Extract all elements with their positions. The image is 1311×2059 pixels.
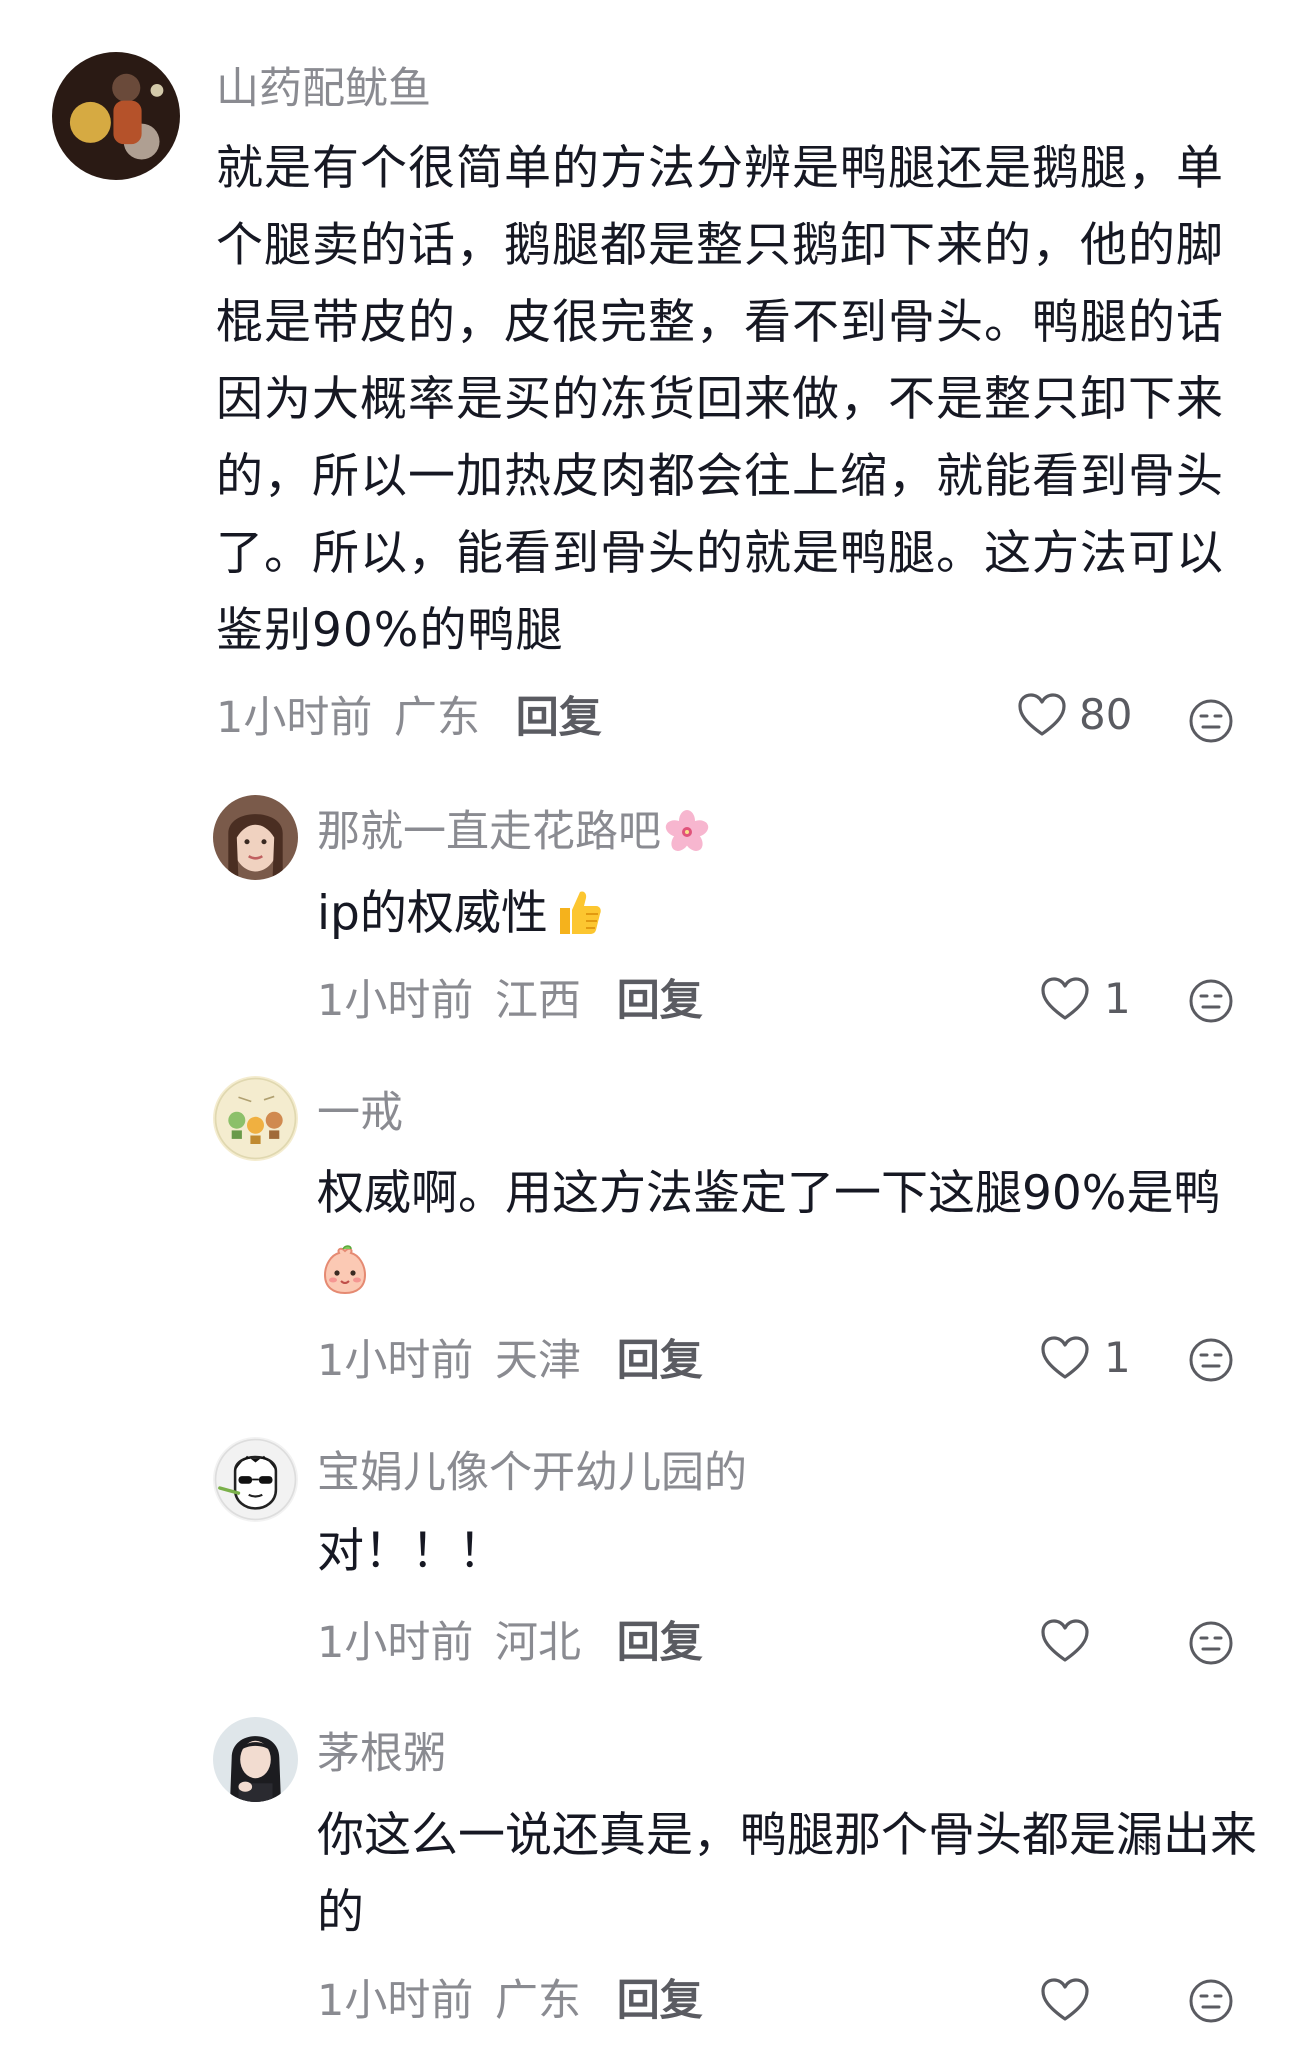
opinion-button[interactable] xyxy=(1188,978,1234,1024)
username[interactable]: 那就一直走花路吧 xyxy=(317,809,709,854)
heart-outline-icon xyxy=(1041,977,1089,1020)
avatar[interactable] xyxy=(213,1717,298,1802)
comment-meta: 1小时前 江西 回复 xyxy=(317,980,703,1023)
username[interactable]: 一戒 xyxy=(317,1092,403,1135)
like-button[interactable]: 80 xyxy=(1017,692,1132,738)
reply-button[interactable]: 回复 xyxy=(617,1976,703,2026)
opinion-button[interactable] xyxy=(1188,698,1234,744)
thumbs-up-emoji xyxy=(559,890,601,934)
avatar[interactable] xyxy=(213,1076,298,1161)
meh-face-icon xyxy=(1189,1621,1233,1665)
comment-text: ip的权威性 xyxy=(317,875,1262,952)
comment-meta: 1小时前 河北 回复 xyxy=(317,1622,703,1665)
comment-meta: 1小时前 天津 回复 xyxy=(317,1340,703,1383)
like-button[interactable] xyxy=(1040,1977,1090,2023)
comment-text: 权威啊。用这方法鉴定了一下这腿90%是鸭 xyxy=(317,1155,1262,1309)
location: 江西 xyxy=(495,976,582,1026)
like-count: 1 xyxy=(1104,974,1131,1023)
comment-text: 就是有个很简单的方法分辨是鸭腿还是鹅腿，单个腿卖的话，鹅腿都是整只鹅卸下来的，他… xyxy=(216,141,1224,658)
meh-face-icon xyxy=(1189,979,1233,1023)
reply-button[interactable]: 回复 xyxy=(617,1336,703,1386)
like-button[interactable] xyxy=(1040,1618,1090,1664)
timestamp: 1小时前 xyxy=(317,976,474,1026)
comment-text: 对！！！ xyxy=(317,1524,505,1579)
meh-face-icon xyxy=(1189,1338,1233,1382)
like-count: 1 xyxy=(1104,1333,1131,1382)
heart-outline-icon xyxy=(1018,693,1066,736)
location: 广东 xyxy=(394,693,481,743)
meh-face-icon xyxy=(1189,699,1233,743)
heart-outline-icon xyxy=(1041,1978,1089,2021)
location: 河北 xyxy=(495,1618,582,1668)
like-button[interactable]: 1 xyxy=(1040,976,1131,1022)
like-button[interactable]: 1 xyxy=(1040,1335,1131,1381)
timestamp: 1小时前 xyxy=(317,1336,474,1386)
reply-button[interactable]: 回复 xyxy=(617,976,703,1026)
timestamp: 1小时前 xyxy=(317,1976,474,2026)
blush-face-emoji xyxy=(323,1244,367,1294)
comment-text: 你这么一说还真是，鸭腿那个骨头都是漏出来的 xyxy=(317,1808,1257,1940)
reply-button[interactable]: 回复 xyxy=(617,1618,703,1668)
avatar[interactable] xyxy=(213,1437,298,1522)
comment-meta: 1小时前 广东 回复 xyxy=(317,1980,703,2023)
timestamp: 1小时前 xyxy=(317,1618,474,1668)
username[interactable]: 宝娟儿像个开幼儿园的 xyxy=(317,1452,747,1495)
opinion-button[interactable] xyxy=(1188,1620,1234,1666)
opinion-button[interactable] xyxy=(1188,1337,1234,1383)
reply-button[interactable]: 回复 xyxy=(516,693,602,743)
username[interactable]: 山药配鱿鱼 xyxy=(216,68,431,111)
heart-outline-icon xyxy=(1041,1619,1089,1662)
like-count: 80 xyxy=(1079,690,1133,739)
heart-outline-icon xyxy=(1041,1336,1089,1379)
location: 广东 xyxy=(495,1976,582,2026)
comment-meta: 1小时前 广东 回复 xyxy=(216,697,602,740)
timestamp: 1小时前 xyxy=(216,693,373,743)
cherry-blossom-emoji xyxy=(665,809,709,851)
location: 天津 xyxy=(495,1336,582,1386)
username[interactable]: 茅根粥 xyxy=(317,1733,446,1776)
avatar[interactable] xyxy=(52,52,180,180)
meh-face-icon xyxy=(1189,1979,1233,2023)
opinion-button[interactable] xyxy=(1188,1978,1234,2024)
avatar[interactable] xyxy=(213,795,298,880)
